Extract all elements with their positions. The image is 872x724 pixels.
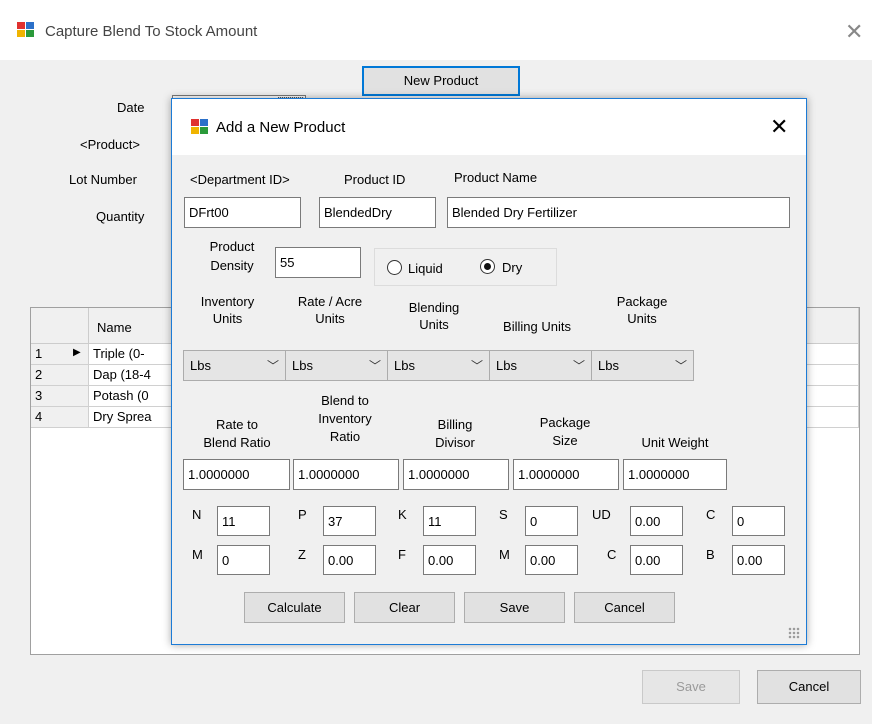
liquid-radio[interactable] — [387, 260, 402, 275]
billing-units-select[interactable]: Lbs ﹀ — [489, 350, 592, 381]
blending-units-label: Blending Units — [408, 300, 460, 332]
row-name: Dap (18-4 — [93, 367, 151, 382]
nutrient-label: M — [499, 547, 510, 562]
product-density-field[interactable]: 55 — [275, 247, 361, 278]
department-id-field[interactable]: DFrt00 — [184, 197, 301, 228]
nutrient-label: UD — [592, 507, 611, 522]
nutrient-field[interactable]: 0.00 — [630, 545, 683, 575]
nutrient-label: Z — [298, 547, 306, 562]
current-row-icon: ▶ — [73, 347, 81, 358]
package-units-select[interactable]: Lbs ﹀ — [591, 350, 694, 381]
blend-to-inventory-ratio-label: Blend to Inventory Ratio — [318, 393, 372, 444]
calculate-button[interactable]: Calculate — [244, 592, 345, 623]
nutrient-label: C — [607, 547, 617, 562]
cancel-button[interactable]: Cancel — [574, 592, 675, 623]
dialog-title: Add a New Product — [216, 119, 346, 136]
nutrient-field[interactable]: 11 — [423, 506, 476, 536]
product-label: <Product> — [80, 137, 140, 152]
app-icon — [191, 119, 209, 135]
save-button[interactable]: Save — [464, 592, 565, 623]
nutrient-field[interactable]: 37 — [323, 506, 376, 536]
product-id-header: Product ID — [344, 172, 406, 187]
nutrient-field[interactable]: 0.00 — [630, 506, 683, 536]
chevron-down-icon: ﹀ — [674, 359, 687, 373]
row-number: 3 — [35, 388, 43, 403]
new-product-button[interactable]: New Product — [362, 66, 520, 96]
window-title: Capture Blend To Stock Amount — [45, 23, 258, 40]
product-type-group: Liquid Dry — [374, 248, 557, 286]
unit-weight-label: Unit Weight — [641, 435, 709, 450]
close-icon[interactable]: ✕ — [770, 116, 788, 138]
chevron-down-icon: ﹀ — [470, 359, 483, 373]
row-header[interactable]: 3 — [31, 386, 89, 407]
row-name: Triple (0- — [93, 346, 145, 361]
nutrient-label: F — [398, 547, 406, 562]
nutrient-label: P — [298, 507, 307, 522]
dialog-titlebar: Add a New Product ✕ — [172, 99, 806, 155]
row-number: 2 — [35, 367, 43, 382]
save-button[interactable]: Save — [642, 670, 740, 704]
package-size-field[interactable]: 1.0000000 — [513, 459, 619, 490]
cancel-button[interactable]: Cancel — [757, 670, 861, 704]
rate-to-blend-ratio-label: Rate to Blend Ratio — [203, 417, 271, 450]
nutrient-field[interactable]: 0.00 — [323, 545, 376, 575]
product-name-header: Product Name — [454, 170, 538, 185]
blend-to-inventory-ratio-field[interactable]: 1.0000000 — [293, 459, 399, 490]
resize-grip-icon[interactable] — [788, 627, 800, 639]
nutrient-label: C — [706, 507, 716, 522]
product-id-field[interactable]: BlendedDry — [319, 197, 436, 228]
product-name-field[interactable]: Blended Dry Fertilizer — [447, 197, 790, 228]
nutrient-label: B — [706, 547, 715, 562]
close-icon[interactable]: ✕ — [845, 21, 863, 43]
liquid-label[interactable]: Liquid — [408, 261, 443, 276]
package-units-label: Package Units — [616, 294, 668, 326]
nutrient-label: N — [192, 507, 202, 522]
department-id-header: <Department ID> — [190, 172, 290, 187]
row-header[interactable]: 1 ▶ — [31, 344, 89, 365]
nutrient-field[interactable]: 0 — [732, 506, 785, 536]
nutrient-field[interactable]: 11 — [217, 506, 270, 536]
row-header[interactable]: 4 — [31, 407, 89, 428]
billing-divisor-field[interactable]: 1.0000000 — [403, 459, 509, 490]
row-name: Dry Sprea — [93, 409, 152, 424]
nutrient-field[interactable]: 0.00 — [525, 545, 578, 575]
row-name: Potash (0 — [93, 388, 149, 403]
quantity-label: Quantity — [96, 209, 145, 224]
package-size-label: Package Size — [539, 415, 591, 448]
chevron-down-icon: ﹀ — [368, 359, 381, 373]
blending-units-select[interactable]: Lbs ﹀ — [387, 350, 490, 381]
billing-units-label: Billing Units — [503, 319, 571, 334]
grid-corner — [31, 308, 89, 344]
nutrient-label: K — [398, 507, 407, 522]
date-label: Date — [117, 100, 145, 115]
dry-label[interactable]: Dry — [502, 260, 522, 275]
add-new-product-dialog: Add a New Product ✕ <Department ID> Prod… — [171, 98, 807, 645]
nutrient-field[interactable]: 0 — [525, 506, 578, 536]
product-density-label: Product Density — [209, 239, 255, 273]
rate-acre-units-label: Rate / Acre Units — [297, 294, 363, 326]
app-icon — [17, 22, 35, 38]
clear-button[interactable]: Clear — [354, 592, 455, 623]
row-header[interactable]: 2 — [31, 365, 89, 386]
billing-divisor-label: Billing Divisor — [435, 417, 475, 450]
dry-radio[interactable] — [480, 259, 495, 274]
inventory-units-label: Inventory Units — [200, 294, 255, 326]
nutrient-label: S — [499, 507, 508, 522]
nutrient-field[interactable]: 0.00 — [423, 545, 476, 575]
row-number: 4 — [35, 409, 43, 424]
rate-to-blend-ratio-field[interactable]: 1.0000000 — [183, 459, 290, 490]
window-titlebar: Capture Blend To Stock Amount ✕ — [0, 0, 872, 60]
inventory-units-select[interactable]: Lbs ﹀ — [183, 350, 286, 381]
rate-acre-units-select[interactable]: Lbs ﹀ — [285, 350, 388, 381]
chevron-down-icon: ﹀ — [572, 359, 585, 373]
nutrient-field[interactable]: 0 — [217, 545, 270, 575]
unit-weight-field[interactable]: 1.0000000 — [623, 459, 727, 490]
chevron-down-icon: ﹀ — [266, 359, 279, 373]
lot-number-label: Lot Number — [69, 172, 137, 187]
name-column-header[interactable]: Name — [97, 320, 132, 335]
nutrient-label: M — [192, 547, 203, 562]
row-number: 1 — [35, 346, 43, 361]
nutrient-field[interactable]: 0.00 — [732, 545, 785, 575]
